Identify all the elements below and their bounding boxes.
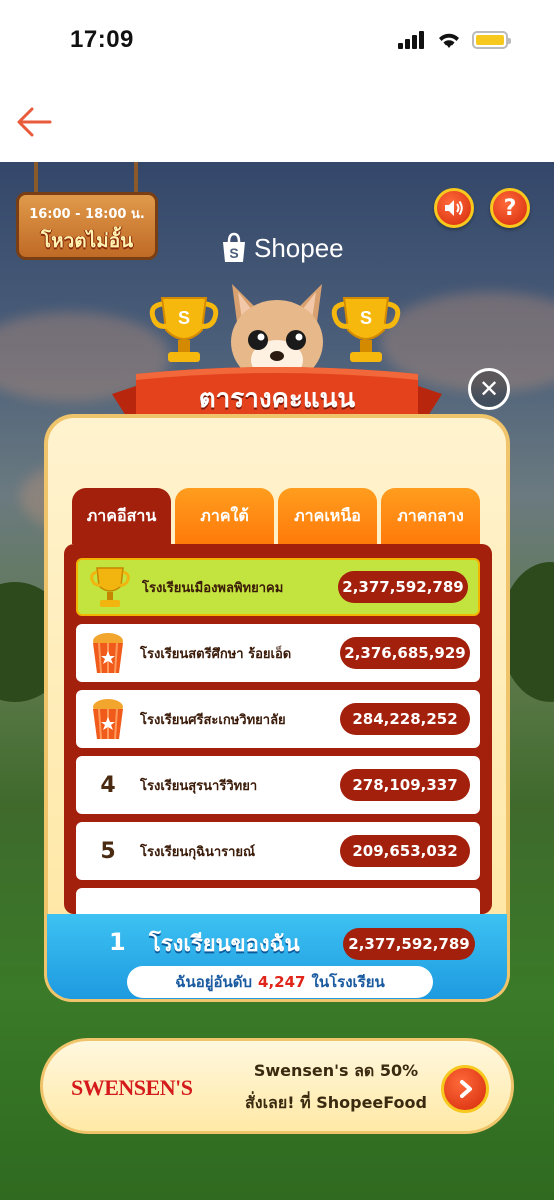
arrow-left-icon: [17, 107, 52, 137]
status-icons: [398, 30, 511, 50]
tab-north[interactable]: ภาคเหนือ: [278, 488, 377, 544]
school-score: 2,376,685,929: [340, 637, 470, 669]
rank-number: 4: [100, 772, 116, 798]
nav-bar: [0, 82, 554, 162]
sign-time: 16:00 - 18:00 น.: [29, 207, 145, 222]
leaderboard-list: โรงเรียนเมืองพลพิทยาคม 2,377,592,789 โรง…: [64, 544, 492, 914]
time-sign: 16:00 - 18:00 น. โหวตไม่อั้น: [16, 162, 158, 262]
school-name: โรงเรียนกุฉินารายณ์: [140, 844, 256, 860]
sound-button[interactable]: [434, 188, 474, 228]
promo-line-2: สั่งเลย! ที่ ShopeeFood: [245, 1093, 427, 1112]
shopee-logo: S Shopee: [220, 232, 344, 264]
rank-number: 5: [100, 838, 116, 864]
close-icon: ✕: [478, 375, 500, 403]
my-rank-value: 4,247: [258, 973, 306, 991]
swensens-logo: SWENSEN'S: [71, 1075, 193, 1100]
svg-text:S: S: [360, 308, 372, 328]
school-score: 284,228,252: [340, 703, 470, 735]
status-bar: 17:09: [0, 0, 554, 82]
promo-banner[interactable]: SWENSEN'S Swensen's ลด 50% สั่งเลย! ที่ …: [40, 1038, 514, 1134]
promo-arrow-button[interactable]: [441, 1065, 489, 1113]
school-name: โรงเรียนศรีสะเกษวิทยาลัย: [140, 712, 286, 728]
table-row[interactable]: 5 โรงเรียนกุฉินารายณ์ 209,653,032: [76, 822, 480, 880]
svg-text:S: S: [229, 245, 238, 261]
school-score: 278,109,337: [340, 769, 470, 801]
school-name: โรงเรียนเมืองพลพิทยาคม: [142, 580, 284, 596]
signal-icon: [398, 31, 424, 49]
my-school-rank: 1: [109, 928, 126, 956]
speaker-icon: [445, 200, 463, 216]
school-score: 2,377,592,789: [338, 571, 468, 603]
my-school-score: 2,377,592,789: [343, 928, 475, 960]
tab-south[interactable]: ภาคใต้: [175, 488, 274, 544]
rank-badge: [76, 697, 140, 741]
brand-name: Shopee: [254, 232, 344, 263]
sign-title: โหวตไม่อั้น: [40, 230, 134, 252]
svg-text:S: S: [178, 308, 190, 328]
close-button[interactable]: ✕: [468, 368, 510, 410]
my-rank-prefix: ฉันอยู่อันดับ: [175, 973, 253, 991]
table-row[interactable]: โรงเรียนศรีสะเกษวิทยาลัย 284,228,252: [76, 690, 480, 748]
my-school-label: โรงเรียนของฉัน: [149, 932, 300, 957]
my-personal-rank: ฉันอยู่อันดับ 4,247 ในโรงเรียน: [127, 966, 433, 998]
shopee-bag-icon: S: [223, 232, 245, 262]
gold-trophy-icon: [90, 567, 130, 607]
chevron-right-icon: [460, 1080, 472, 1098]
status-time: 17:09: [70, 26, 134, 53]
table-row-partial[interactable]: [76, 888, 480, 914]
leaderboard-title: ตารางคะแนน: [198, 384, 356, 414]
popcorn-cup-icon: [93, 633, 123, 674]
help-button[interactable]: ?: [490, 188, 530, 228]
my-rank-suffix: ในโรงเรียน: [311, 973, 385, 991]
table-row[interactable]: 4 โรงเรียนสุรนารีวิทยา 278,109,337: [76, 756, 480, 814]
back-button[interactable]: [14, 104, 54, 140]
rank-badge: [76, 631, 140, 675]
school-score: 209,653,032: [340, 835, 470, 867]
tab-isan[interactable]: ภาคอีสาน: [72, 488, 171, 544]
sign-board: 16:00 - 18:00 น. โหวตไม่อั้น: [16, 192, 158, 260]
right-trophy-icon: S: [331, 297, 401, 362]
promo-line-1: Swensen's ลด 50%: [253, 1061, 419, 1080]
region-tabs: ภาคอีสาน ภาคใต้ ภาคเหนือ ภาคกลาง: [72, 488, 480, 544]
tab-central[interactable]: ภาคกลาง: [381, 488, 480, 544]
left-trophy-icon: S: [149, 297, 219, 362]
my-school-bar: 1 โรงเรียนของฉัน 2,377,592,789 ฉันอยู่อั…: [44, 914, 510, 1002]
rank-badge: [78, 564, 142, 610]
battery-icon: [472, 31, 511, 49]
table-row[interactable]: โรงเรียนเมืองพลพิทยาคม 2,377,592,789: [76, 558, 480, 616]
question-mark-icon: ?: [503, 195, 517, 221]
wifi-icon: [439, 33, 459, 48]
school-name: โรงเรียนสตรีศึกษา ร้อยเอ็ด: [140, 646, 292, 662]
popcorn-cup-icon: [93, 699, 123, 740]
school-name: โรงเรียนสุรนารีวิทยา: [140, 778, 258, 794]
table-row[interactable]: โรงเรียนสตรีศึกษา ร้อยเอ็ด 2,376,685,929: [76, 624, 480, 682]
